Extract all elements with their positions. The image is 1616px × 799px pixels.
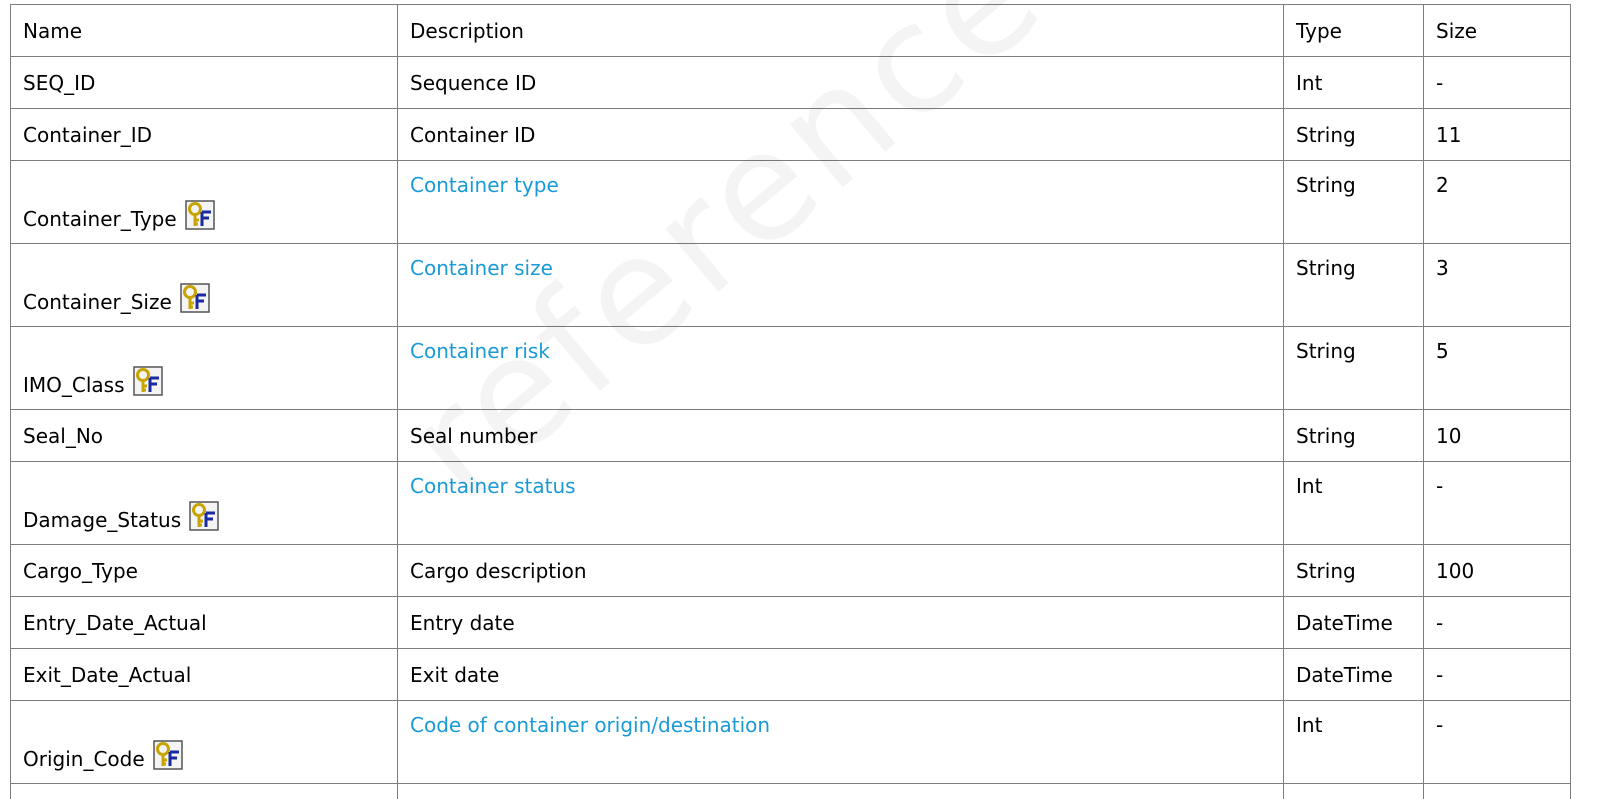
field-name-text: SEQ_ID bbox=[23, 70, 96, 95]
field-type: String bbox=[1283, 783, 1424, 799]
field-name: Cargo_Type bbox=[10, 544, 398, 597]
table-header-row: Name Description Type Size bbox=[10, 4, 1571, 57]
schema-table: Name Description Type Size SEQ_ID Sequenc… bbox=[10, 4, 1571, 799]
field-size: 100 bbox=[1423, 544, 1571, 597]
field-description-link[interactable]: Container status bbox=[397, 461, 1284, 545]
field-description: Manifest number bbox=[397, 783, 1284, 799]
column-header-description: Description bbox=[397, 4, 1284, 57]
field-name-text: Container_Size bbox=[23, 290, 172, 314]
field-size: 10 bbox=[1423, 409, 1571, 462]
table-row: Manifest_NoManifest numberString20 bbox=[10, 783, 1571, 799]
field-name: Origin_Code bbox=[10, 700, 398, 784]
field-size: - bbox=[1423, 596, 1571, 649]
foreign-key-icon bbox=[132, 366, 163, 396]
field-size: - bbox=[1423, 648, 1571, 701]
table-row: Entry_Date_Actual Entry date DateTime - bbox=[10, 596, 1571, 649]
table-row: Container_ID Container ID String 11 bbox=[10, 108, 1571, 161]
field-type: Int bbox=[1283, 700, 1424, 784]
field-name-text: Origin_Code bbox=[23, 747, 145, 771]
field-name: Manifest_No bbox=[10, 783, 398, 799]
table-row: SEQ_ID Sequence ID Int - bbox=[10, 56, 1571, 109]
field-description: Exit date bbox=[397, 648, 1284, 701]
field-name: IMO_Class bbox=[10, 326, 398, 410]
field-name: Container_Type bbox=[10, 160, 398, 244]
field-size: - bbox=[1423, 56, 1571, 109]
field-name: Container_ID bbox=[10, 108, 398, 161]
field-size: 3 bbox=[1423, 243, 1571, 327]
field-type: String bbox=[1283, 160, 1424, 244]
field-name-text: Damage_Status bbox=[23, 508, 182, 532]
table-row: Container_Size Container size String 3 bbox=[10, 243, 1571, 327]
field-name-text: Cargo_Type bbox=[23, 558, 138, 583]
foreign-key-icon bbox=[180, 283, 210, 313]
field-name: Exit_Date_Actual bbox=[10, 648, 398, 701]
field-type: String bbox=[1283, 108, 1424, 161]
field-name-text: Container_ID bbox=[23, 122, 153, 147]
field-name-text: Entry_Date_Actual bbox=[23, 610, 207, 635]
field-name: Entry_Date_Actual bbox=[10, 596, 398, 649]
field-size: 20 bbox=[1423, 783, 1571, 799]
field-name-text: Seal_No bbox=[23, 423, 104, 448]
field-description: Cargo description bbox=[397, 544, 1284, 597]
field-type: String bbox=[1283, 243, 1424, 327]
field-name: SEQ_ID bbox=[10, 56, 398, 109]
foreign-key-icon bbox=[189, 501, 219, 531]
column-header-name: Name bbox=[10, 4, 398, 57]
table-row: Exit_Date_Actual Exit date DateTime - bbox=[10, 648, 1571, 701]
field-name: Damage_Status bbox=[10, 461, 398, 545]
field-name: Seal_No bbox=[10, 409, 398, 462]
field-type: DateTime bbox=[1283, 648, 1424, 701]
table-row: Container_Type Container type String 2 bbox=[10, 160, 1571, 244]
field-description: Container ID bbox=[397, 108, 1284, 161]
field-type: String bbox=[1283, 544, 1424, 597]
field-name-text: IMO_Class bbox=[23, 373, 125, 397]
field-description-link[interactable]: Container type bbox=[397, 160, 1284, 244]
foreign-key-icon bbox=[184, 200, 215, 230]
field-name: Container_Size bbox=[10, 243, 398, 327]
field-type: Int bbox=[1283, 56, 1424, 109]
field-type: String bbox=[1283, 326, 1424, 410]
table-row: Seal_No Seal number String 10 bbox=[10, 409, 1571, 462]
column-header-type: Type bbox=[1283, 4, 1424, 57]
foreign-key-icon bbox=[152, 740, 183, 770]
field-type: String bbox=[1283, 409, 1424, 462]
field-type: DateTime bbox=[1283, 596, 1424, 649]
field-size: 11 bbox=[1423, 108, 1571, 161]
table-row: IMO_Class Container risk String 5 bbox=[10, 326, 1571, 410]
page: Name Description Type Size SEQ_ID Sequenc… bbox=[0, 0, 1616, 799]
field-size: - bbox=[1423, 461, 1571, 545]
field-description: Seal number bbox=[397, 409, 1284, 462]
table-row: Cargo_Type Cargo description String 100 bbox=[10, 544, 1571, 597]
field-size: 5 bbox=[1423, 326, 1571, 410]
field-name-text: Exit_Date_Actual bbox=[23, 662, 192, 687]
field-description-link[interactable]: Code of container origin/destination bbox=[397, 700, 1284, 784]
field-description-link[interactable]: Container size bbox=[397, 243, 1284, 327]
field-size: 2 bbox=[1423, 160, 1571, 244]
field-name-text: Container_Type bbox=[23, 207, 177, 231]
field-size: - bbox=[1423, 700, 1571, 784]
column-header-size: Size bbox=[1423, 4, 1571, 57]
field-description: Entry date bbox=[397, 596, 1284, 649]
table-row: Damage_Status Container status Int - bbox=[10, 461, 1571, 545]
field-type: Int bbox=[1283, 461, 1424, 545]
table-row: Origin_Code Code of container origin/dest… bbox=[10, 700, 1571, 784]
field-description-link[interactable]: Container risk bbox=[397, 326, 1284, 410]
field-description: Sequence ID bbox=[397, 56, 1284, 109]
